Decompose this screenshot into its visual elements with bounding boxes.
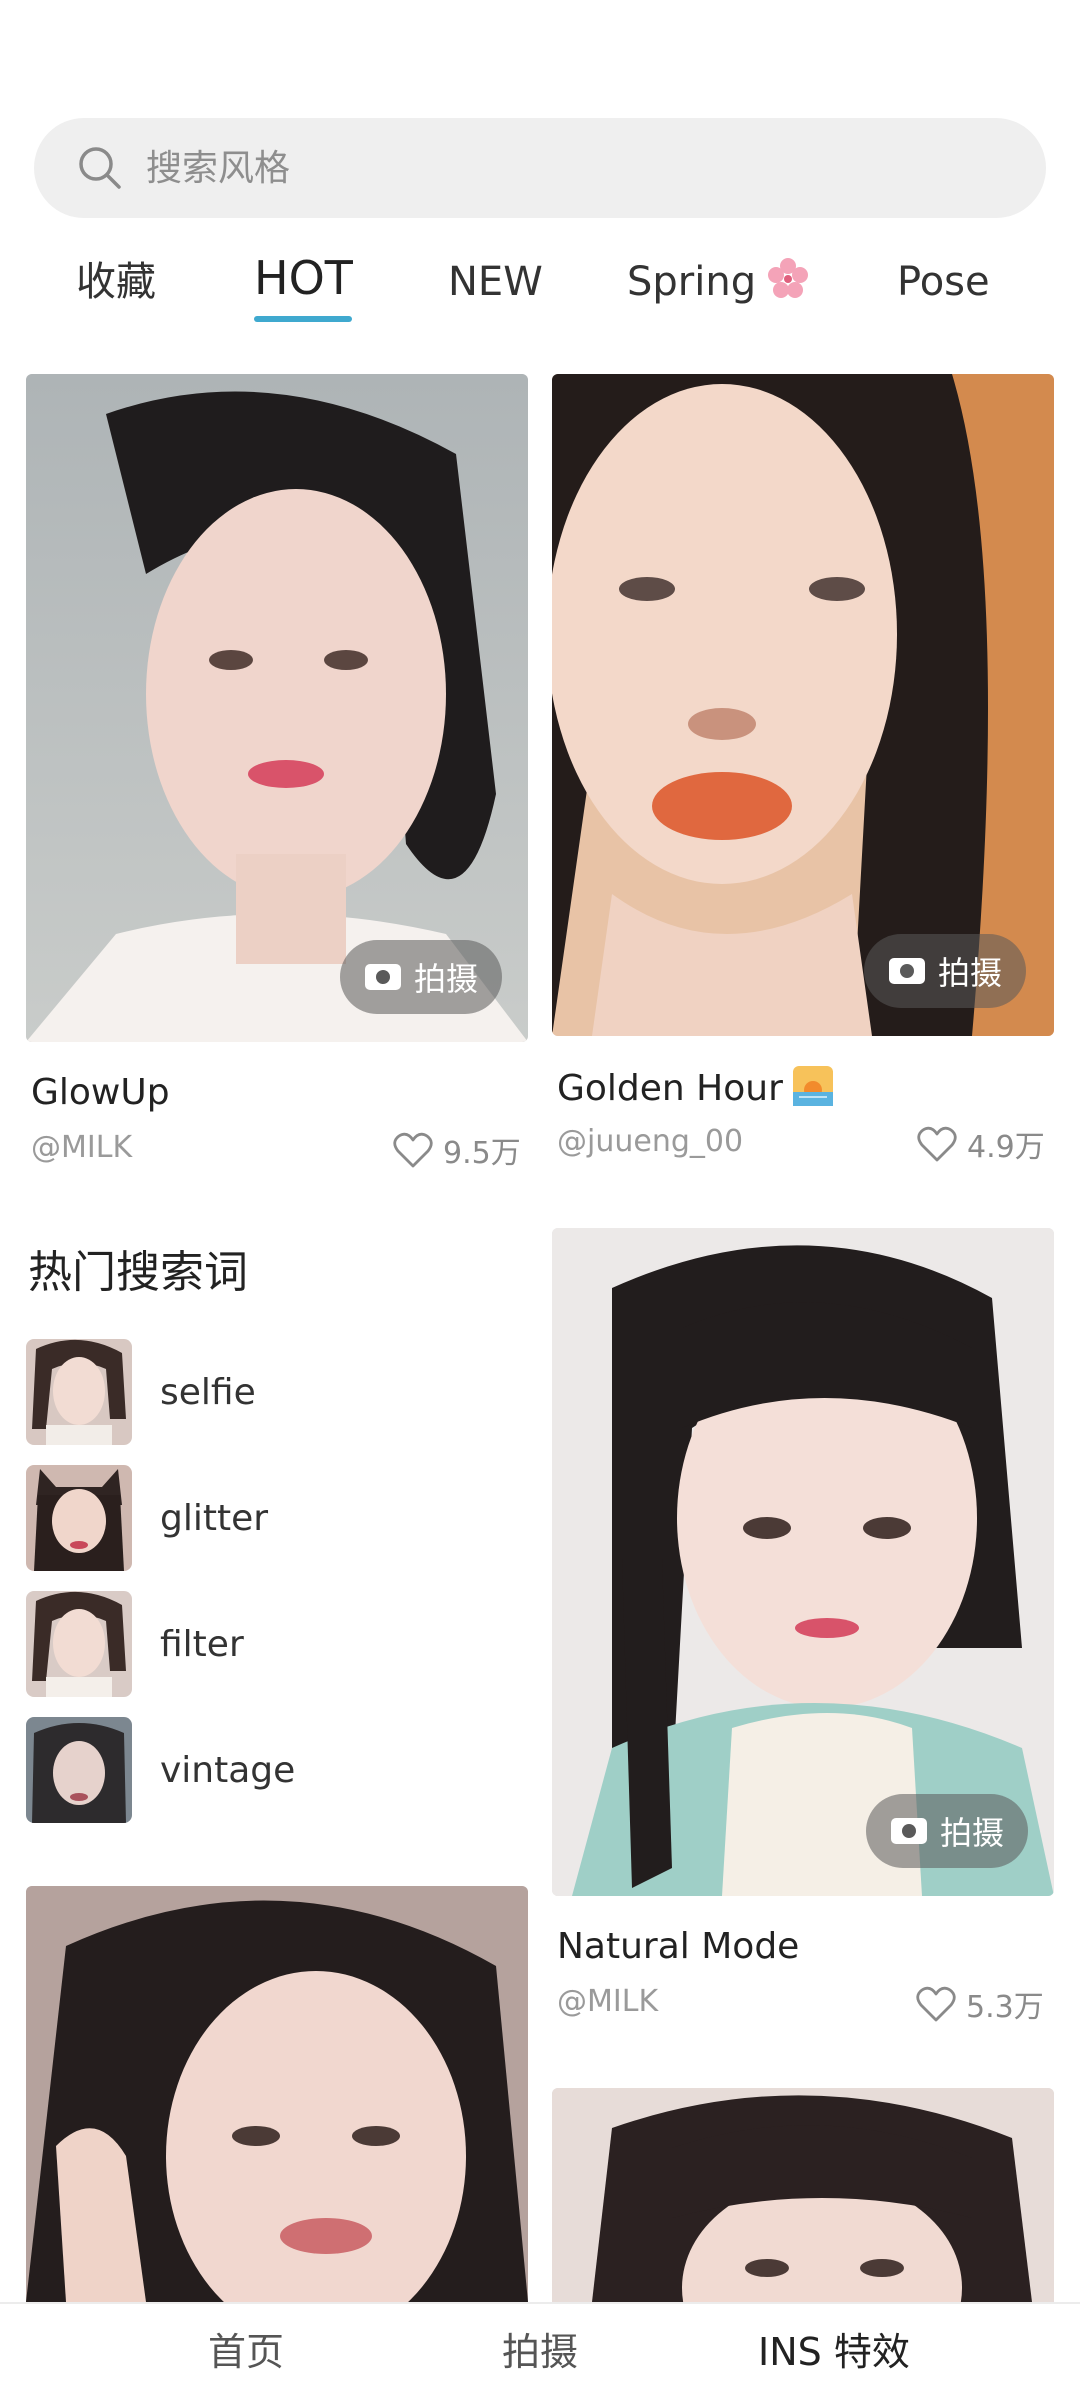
card-photo (26, 1886, 528, 2302)
tab-new[interactable]: NEW (448, 252, 543, 312)
hot-search-item[interactable]: selfie (26, 1339, 506, 1445)
like-button[interactable]: 9.5万 (393, 1128, 521, 1172)
search-icon (79, 147, 121, 189)
shoot-button[interactable]: 拍摄 (866, 1794, 1029, 1868)
card-title: Natural Mode (557, 1926, 800, 1967)
sunset-icon (792, 1066, 833, 1106)
active-tab-indicator (254, 316, 352, 322)
nav-shoot[interactable]: 拍摄 (502, 2322, 578, 2382)
card-author[interactable]: @MILK (557, 1984, 658, 2019)
nav-ins-effects[interactable]: INS 特效 (758, 2322, 910, 2382)
hot-search-item[interactable]: glitter (26, 1465, 506, 1571)
camera-icon (889, 958, 925, 984)
style-card[interactable] (26, 1886, 528, 2302)
hot-search-thumbnail (26, 1465, 132, 1571)
card-author[interactable]: @juueng_00 (557, 1124, 743, 1159)
shoot-button[interactable]: 拍摄 (340, 940, 503, 1014)
card-photo (552, 2088, 1054, 2302)
hot-search-label: filter (160, 1623, 244, 1665)
hot-search-item[interactable]: filter (26, 1591, 506, 1697)
search-input[interactable] (146, 118, 1006, 218)
hot-search-item[interactable]: vintage (26, 1717, 506, 1823)
tab-spring[interactable]: Spring (627, 252, 810, 312)
hot-search-label: vintage (160, 1749, 296, 1791)
style-card[interactable] (552, 2088, 1054, 2302)
nav-home[interactable]: 首页 (208, 2322, 284, 2382)
hot-searches-title: 热门搜索词 (28, 1247, 248, 1298)
shoot-button-label: 拍摄 (940, 1814, 1005, 1852)
shoot-button-label: 拍摄 (414, 960, 479, 998)
hot-search-label: selfie (160, 1371, 256, 1413)
hot-search-thumbnail (26, 1591, 132, 1697)
card-title-text: Golden Hour (557, 1068, 783, 1109)
like-button[interactable]: 4.9万 (917, 1122, 1045, 1166)
like-count: 5.3万 (966, 1990, 1044, 2025)
tab-spring-label: Spring (627, 259, 757, 305)
like-button[interactable]: 5.3万 (916, 1982, 1044, 2026)
heart-icon (917, 1126, 957, 1162)
bottom-nav: 首页 拍摄 INS 特效 (0, 2302, 1080, 2400)
shoot-button-label: 拍摄 (938, 954, 1003, 992)
heart-icon (916, 1986, 956, 2022)
style-card-golden-hour[interactable]: 拍摄 (552, 374, 1054, 1036)
search-bar[interactable] (34, 118, 1046, 218)
camera-icon (365, 964, 401, 990)
style-card-natural-mode[interactable]: 拍摄 (552, 1228, 1054, 1896)
card-title: GlowUp (31, 1072, 170, 1113)
hot-search-label: glitter (160, 1497, 269, 1539)
card-title: Golden Hour (557, 1066, 833, 1109)
shoot-button[interactable]: 拍摄 (864, 934, 1027, 1008)
hot-search-thumbnail (26, 1339, 132, 1445)
card-author[interactable]: @MILK (31, 1130, 132, 1165)
style-card-glowup[interactable]: 拍摄 (26, 374, 528, 1042)
like-count: 9.5万 (443, 1136, 521, 1171)
hot-search-thumbnail (26, 1717, 132, 1823)
tab-favorites[interactable]: 收藏 (76, 252, 156, 312)
tab-hot[interactable]: HOT (254, 248, 353, 308)
camera-icon (891, 1818, 927, 1844)
tab-pose[interactable]: Pose (897, 252, 990, 312)
cherry-blossom-icon (768, 258, 809, 298)
heart-icon (393, 1132, 433, 1168)
like-count: 4.9万 (967, 1130, 1045, 1165)
